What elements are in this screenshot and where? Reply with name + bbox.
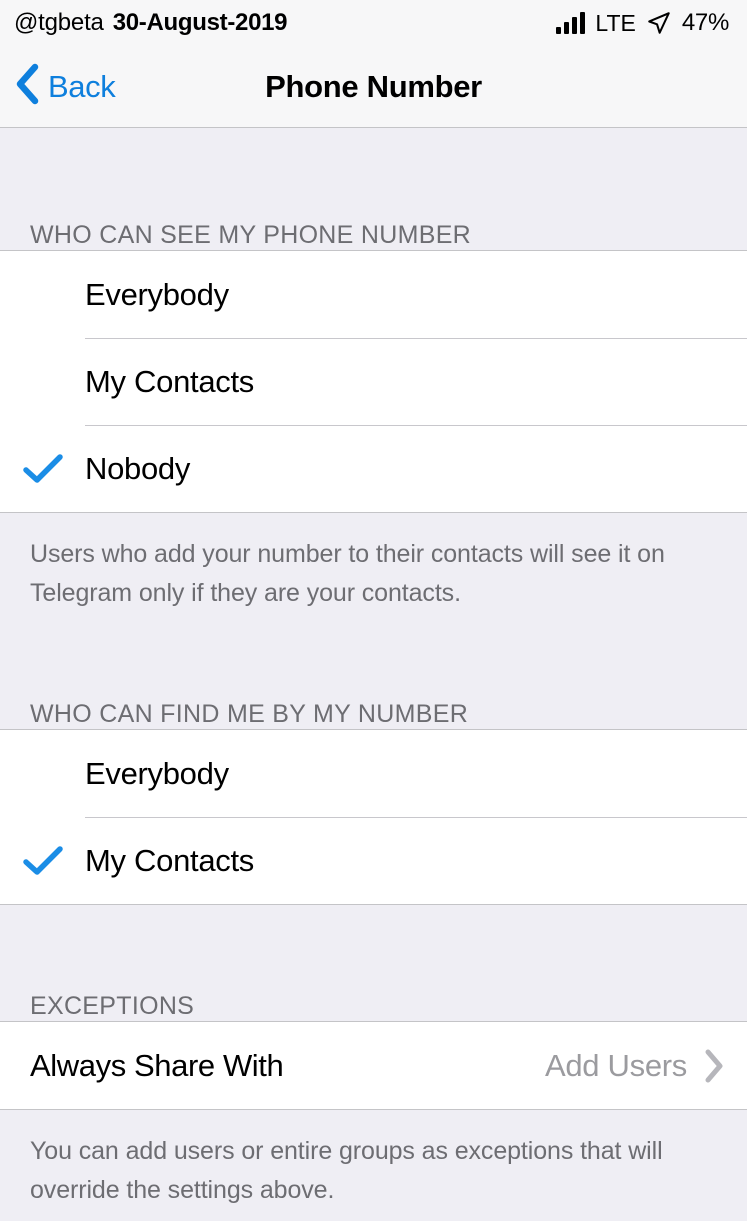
back-button-label: Back [48, 68, 116, 104]
status-bar-right: LTE 47% [556, 9, 729, 37]
option-row-my-contacts-see[interactable]: My Contacts [0, 338, 747, 425]
section-header-who-can-see: WHO CAN SEE MY PHONE NUMBER [30, 221, 472, 249]
option-row-everybody-see[interactable]: Everybody [0, 251, 747, 338]
row-accessory: Add Users [545, 1048, 725, 1084]
option-row-my-contacts-find[interactable]: My Contacts [0, 817, 747, 904]
checkmark-icon [0, 759, 85, 789]
status-bar-handle: @tgbeta [14, 9, 104, 36]
option-label: Everybody [85, 755, 229, 791]
chevron-left-icon [14, 63, 40, 110]
section-3-top-spacer [0, 905, 747, 965]
row-value: Add Users [544, 1047, 687, 1083]
battery-percentage-label: 47% [681, 9, 729, 36]
section-1-top-spacer [0, 128, 747, 194]
chevron-right-icon [703, 1048, 725, 1084]
status-bar-left: @tgbeta 30-August-2019 [14, 9, 288, 37]
option-row-everybody-find[interactable]: Everybody [0, 730, 747, 817]
checkmark-icon [0, 367, 85, 397]
section-footer-exceptions: You can add users or entire groups as ex… [30, 1137, 663, 1204]
checkmark-icon [0, 845, 85, 876]
option-label: My Contacts [85, 363, 254, 399]
section-footer-who-can-see: Users who add your number to their conta… [30, 540, 665, 607]
back-button[interactable]: Back [0, 63, 116, 110]
option-row-nobody-see[interactable]: Nobody [0, 425, 747, 512]
row-always-share-with[interactable]: Always Share With Add Users [0, 1022, 747, 1109]
section-2-top-spacer [0, 613, 747, 673]
option-label: My Contacts [85, 842, 254, 878]
status-bar: @tgbeta 30-August-2019 LTE 47% [0, 0, 747, 46]
checkmark-icon [0, 453, 85, 484]
signal-bars-icon [556, 12, 586, 34]
option-label: Nobody [85, 450, 191, 486]
location-arrow-icon [646, 10, 672, 36]
section-who-can-see-options: Everybody My Contacts Nobody [0, 250, 747, 513]
section-header-who-can-find: WHO CAN FIND ME BY MY NUMBER [30, 700, 469, 728]
navigation-bar: Back Phone Number [0, 46, 747, 128]
section-exceptions: Always Share With Add Users [0, 1021, 747, 1110]
section-header-exceptions: EXCEPTIONS [30, 992, 195, 1020]
section-who-can-find-options: Everybody My Contacts [0, 729, 747, 905]
checkmark-icon [0, 280, 85, 310]
status-bar-date: 30-August-2019 [112, 9, 288, 36]
phone-number-settings-screen: @tgbeta 30-August-2019 LTE 47% Back Phon… [0, 0, 747, 1221]
option-label: Everybody [85, 276, 229, 312]
row-label: Always Share With [30, 1047, 284, 1083]
network-type-label: LTE [595, 9, 636, 36]
